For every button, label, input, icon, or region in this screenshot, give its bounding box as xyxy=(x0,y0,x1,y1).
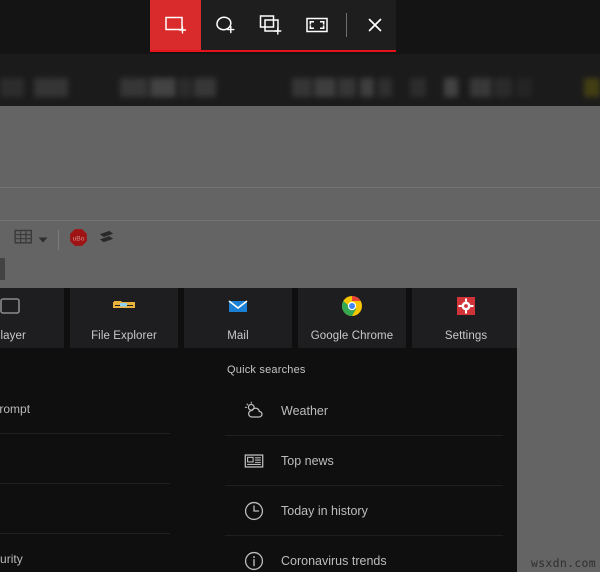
window-snip-icon xyxy=(258,13,284,37)
result-label: mmand Prompt xyxy=(0,401,31,416)
quick-search-label: Today in history xyxy=(281,503,368,518)
freeform-snip-button[interactable] xyxy=(201,0,247,50)
file-explorer-icon xyxy=(112,294,136,318)
fullscreen-snip-button[interactable] xyxy=(294,0,340,50)
ublock-origin-icon: uBo xyxy=(69,228,88,252)
quick-searches-heading: Quick searches xyxy=(227,364,306,376)
tile-label: Mail xyxy=(227,330,249,342)
layers-extension-button[interactable] xyxy=(97,228,116,252)
list-item[interactable]: nes xyxy=(0,484,170,534)
result-label: dows Security xyxy=(0,551,23,566)
mail-icon xyxy=(226,294,250,318)
screenshot-root: player File Explorer xyxy=(0,0,600,572)
list-item[interactable]: dows Security xyxy=(0,534,170,572)
browser-tab-stub xyxy=(0,258,5,280)
rectangular-snip-icon xyxy=(163,13,189,37)
tile-label: Google Chrome xyxy=(310,330,394,342)
site-watermark: wsxdn.com xyxy=(530,556,596,570)
quick-search-label: Coronavirus trends xyxy=(281,553,387,568)
chevron-down-icon[interactable] xyxy=(38,231,48,249)
toolbar-separator xyxy=(346,13,348,37)
tile-settings[interactable]: Settings xyxy=(412,288,520,348)
newspaper-icon xyxy=(243,450,265,472)
close-icon xyxy=(365,15,385,35)
start-menu-tiles: player File Explorer xyxy=(0,288,520,348)
fullscreen-snip-icon xyxy=(304,13,330,37)
page-divider-upper xyxy=(0,187,600,188)
close-button[interactable] xyxy=(353,0,396,50)
browser-extension-toolbar: uBo xyxy=(14,228,116,252)
quick-search-label: Weather xyxy=(281,403,329,418)
browser-menubar-blurred xyxy=(0,54,600,106)
rectangular-snip-button[interactable] xyxy=(150,0,202,50)
tile-label: Settings xyxy=(444,330,488,342)
toolbar-separator xyxy=(58,230,59,250)
page-divider-lower xyxy=(0,220,600,221)
settings-gear-icon xyxy=(454,294,478,318)
grid-apps-button[interactable] xyxy=(14,228,48,252)
tile-label: File Explorer xyxy=(91,330,157,342)
svg-text:uBo: uBo xyxy=(73,235,85,242)
tile-file-explorer[interactable]: File Explorer xyxy=(70,288,178,348)
tile-media-player[interactable]: player xyxy=(0,288,64,348)
list-item[interactable]: mmand Prompt xyxy=(0,384,170,434)
quick-searches-section: Quick searches Weather Top news Today in… xyxy=(225,364,503,572)
snipping-toolbar xyxy=(150,0,396,50)
start-menu-panel: player File Explorer xyxy=(0,288,520,572)
info-circle-icon xyxy=(243,550,265,572)
tile-mail[interactable]: Mail xyxy=(184,288,292,348)
ublock-origin-button[interactable]: uBo xyxy=(69,228,88,252)
clock-icon xyxy=(243,500,265,522)
tile-google-chrome[interactable]: Google Chrome xyxy=(298,288,406,348)
layers-icon xyxy=(97,228,116,252)
quick-search-label: Top news xyxy=(281,453,334,468)
list-item[interactable]: nt xyxy=(0,434,170,484)
grid-apps-icon xyxy=(14,228,33,252)
media-player-icon xyxy=(0,294,22,318)
freeform-snip-icon xyxy=(211,13,237,37)
quick-search-today-in-history[interactable]: Today in history xyxy=(225,486,503,536)
tile-label: player xyxy=(0,330,26,342)
quick-search-weather[interactable]: Weather xyxy=(225,386,503,436)
quick-search-coronavirus-trends[interactable]: Coronavirus trends xyxy=(225,536,503,572)
chrome-icon xyxy=(340,294,364,318)
start-menu-results-list: mmand Prompt nt nes dows Security xyxy=(0,384,170,572)
weather-icon xyxy=(243,400,265,422)
quick-search-top-news[interactable]: Top news xyxy=(225,436,503,486)
window-snip-button[interactable] xyxy=(248,0,294,50)
